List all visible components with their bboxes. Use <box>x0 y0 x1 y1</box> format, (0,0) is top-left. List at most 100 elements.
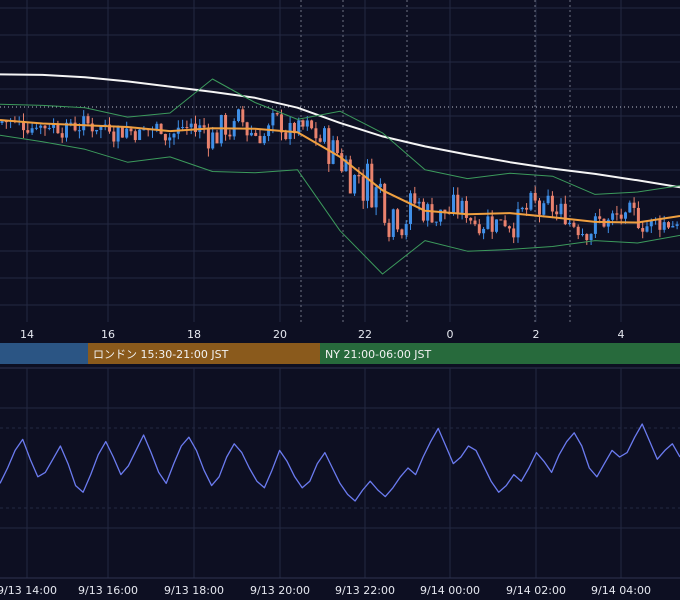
candle-body <box>335 140 339 154</box>
candle-body <box>593 216 597 234</box>
candle-body <box>452 194 455 214</box>
candle-body <box>310 120 314 129</box>
candle-body <box>538 200 541 215</box>
candle-body <box>559 203 563 215</box>
candle-body <box>95 129 99 132</box>
candle-body <box>262 136 266 144</box>
candle-body <box>636 207 640 229</box>
candle-body <box>490 216 494 232</box>
candle-body <box>598 216 602 219</box>
candle-body <box>56 124 60 134</box>
candle-body <box>120 127 124 138</box>
candle-body <box>641 228 645 232</box>
candle-body <box>297 120 301 134</box>
candle-body <box>611 213 615 220</box>
candle-body <box>391 209 395 237</box>
candle-body <box>82 116 86 131</box>
candle-body <box>533 192 537 201</box>
candle-body <box>473 220 477 225</box>
candle-body <box>495 219 498 232</box>
candle-body <box>529 192 533 210</box>
candle-body <box>194 123 197 132</box>
candle-body <box>224 115 228 135</box>
candle-body <box>409 193 412 224</box>
candle-body <box>159 123 163 134</box>
candle-body <box>112 131 116 142</box>
candle-body <box>189 123 193 128</box>
candle-body <box>301 120 305 127</box>
candle-body <box>486 216 490 229</box>
x-tick-label: 0 <box>447 328 454 341</box>
candle-body <box>116 127 120 142</box>
candle-body <box>163 133 167 141</box>
x-tick-label: 2 <box>533 328 540 341</box>
candle-body <box>520 207 524 210</box>
candle-body <box>271 113 275 126</box>
candle-body <box>374 187 378 208</box>
candle-body <box>456 194 460 213</box>
candle-body <box>185 127 189 129</box>
candle-body <box>383 183 387 223</box>
candle-body <box>249 132 253 136</box>
candle-body <box>572 222 576 227</box>
session-label: NY 21:00-06:00 JST <box>325 348 432 361</box>
x-tick-label: 20 <box>273 328 287 341</box>
candle-body <box>133 131 137 141</box>
candle-body <box>499 219 503 221</box>
osc-x-tick-label: 9/14 02:00 <box>506 584 566 597</box>
candle-body <box>280 114 283 133</box>
candle-body <box>671 225 675 228</box>
candle-body <box>0 121 4 123</box>
candle-body <box>60 133 64 138</box>
candle-body <box>370 163 374 208</box>
candle-body <box>430 204 434 223</box>
osc-x-tick-label: 9/13 20:00 <box>250 584 310 597</box>
osc-x-tick-label: 9/13 18:00 <box>164 584 224 597</box>
candle-body <box>206 127 210 149</box>
candle-body <box>366 163 369 201</box>
candle-body <box>645 226 649 232</box>
candle-body <box>172 133 176 138</box>
candle-body <box>585 234 589 241</box>
osc-x-tick-label: 9/13 16:00 <box>78 584 138 597</box>
candle-body <box>275 113 279 115</box>
candle-body <box>47 127 51 129</box>
osc-x-tick-label: 9/14 04:00 <box>591 584 651 597</box>
bollinger-upper-line <box>0 78 680 195</box>
candle-body <box>305 120 309 127</box>
osc-x-tick-label: 9/14 00:00 <box>420 584 480 597</box>
candle-body <box>52 124 56 128</box>
candle-body <box>30 128 34 133</box>
candle-body <box>314 128 318 139</box>
candle-body <box>26 130 30 133</box>
candle-body <box>555 211 559 215</box>
candle-body <box>417 201 421 204</box>
candle-body <box>426 204 430 221</box>
candle-body <box>589 233 593 241</box>
candle-body <box>353 174 357 194</box>
candle-body <box>77 130 81 132</box>
candle-body <box>628 202 632 213</box>
candle-body <box>525 207 529 210</box>
candle-body <box>503 220 507 227</box>
candle-body <box>619 214 623 219</box>
candle-body <box>667 222 670 228</box>
candle-body <box>632 202 636 208</box>
candle-body <box>181 127 185 129</box>
candle-body <box>581 234 584 236</box>
candle-body <box>211 132 215 149</box>
candle-body <box>576 226 580 236</box>
candle-body <box>675 224 679 226</box>
candle-body <box>340 153 344 172</box>
candle-body <box>168 137 172 141</box>
candle-body <box>507 226 511 229</box>
candle-body <box>284 132 288 140</box>
osc-x-tick-label: 9/13 22:00 <box>335 584 395 597</box>
price-chart[interactable]: 14 16 18 20 22 0 2 4 ロンドン 15:30-21:00 JST NY 21:0… <box>0 0 680 600</box>
x-tick-label: 4 <box>618 328 625 341</box>
session-bar <box>0 343 88 364</box>
candle-body <box>512 228 516 238</box>
candle-body <box>624 212 627 219</box>
osc-x-tick-label: 9/13 14:00 <box>0 584 57 597</box>
x-tick-label: 16 <box>101 328 115 341</box>
